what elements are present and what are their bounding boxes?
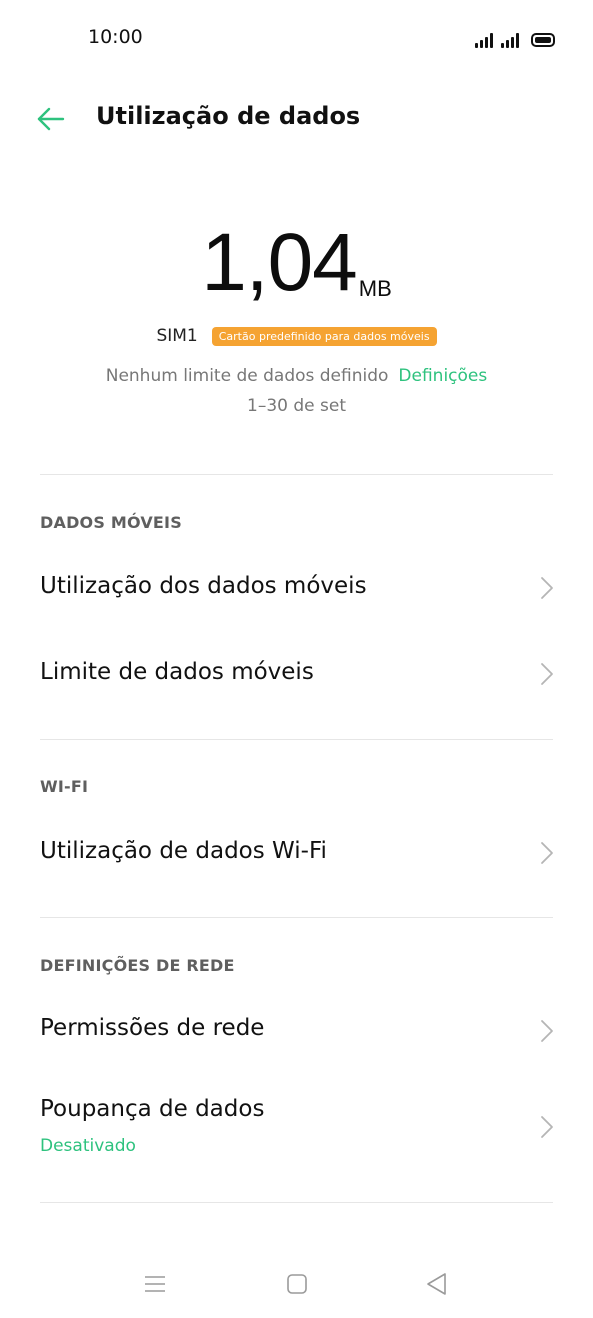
limit-text: Nenhum limite de dados definido [105, 366, 389, 386]
signal-icon [475, 32, 493, 48]
page-title: Utilização de dados [96, 102, 361, 130]
item-label: Limite de dados móveis [40, 659, 314, 685]
period-text: 1–30 de set [247, 396, 346, 416]
chevron-right-icon [541, 577, 553, 599]
section-header-mobile-data: DADOS MÓVEIS [40, 513, 182, 532]
item-label: Permissões de rede [40, 1015, 265, 1041]
list-item-mobile-data-limit[interactable]: Limite de dados móveis [0, 632, 593, 716]
status-icons [475, 28, 555, 48]
sim-badge: Cartão predefinido para dados móveis [211, 326, 437, 346]
status-time: 10:00 [88, 26, 143, 48]
list-item-data-saver[interactable]: Poupança de dados Desativado [0, 1074, 593, 1186]
chevron-right-icon [541, 1116, 553, 1138]
item-label: Poupança de dados [40, 1096, 265, 1122]
back-triangle-icon[interactable] [423, 1270, 451, 1298]
sim-label: SIM1 [156, 326, 198, 346]
list-item-network-permissions[interactable]: Permissões de rede [0, 990, 593, 1072]
signal-icon [501, 32, 519, 48]
section-header-network-settings: DEFINIÇÕES DE REDE [40, 956, 235, 975]
home-icon[interactable] [283, 1270, 311, 1298]
arrow-left-icon[interactable] [34, 102, 68, 136]
usage-unit: MB [358, 276, 392, 301]
battery-icon [531, 33, 555, 47]
chevron-right-icon [541, 663, 553, 685]
list-item-mobile-data-usage[interactable]: Utilização dos dados móveis [0, 546, 593, 630]
list-item-wifi-data-usage[interactable]: Utilização de dados Wi-Fi [0, 810, 593, 896]
section-header-wifi: WI-FI [40, 777, 89, 796]
data-saver-status: Desativado [40, 1136, 136, 1156]
divider [40, 739, 553, 740]
usage-amount: 1,04 MB [201, 218, 392, 308]
sim-row: SIM1 Cartão predefinido para dados móvei… [0, 326, 593, 346]
divider [40, 917, 553, 918]
divider [40, 474, 553, 475]
limit-row: Nenhum limite de dados definido Definiçõe… [0, 366, 593, 386]
menu-icon[interactable] [141, 1270, 169, 1298]
usage-summary: 1,04 MB [0, 218, 593, 308]
usage-value: 1,04 [201, 217, 358, 308]
settings-link[interactable]: Definições [398, 366, 487, 386]
divider [40, 1202, 553, 1203]
chevron-right-icon [541, 1020, 553, 1042]
item-label: Utilização de dados Wi-Fi [40, 838, 327, 864]
status-bar: 10:00 [0, 0, 593, 76]
item-label: Utilização dos dados móveis [40, 573, 367, 599]
navigation-bar [0, 1258, 593, 1306]
app-header: Utilização de dados [0, 90, 593, 148]
chevron-right-icon [541, 842, 553, 864]
